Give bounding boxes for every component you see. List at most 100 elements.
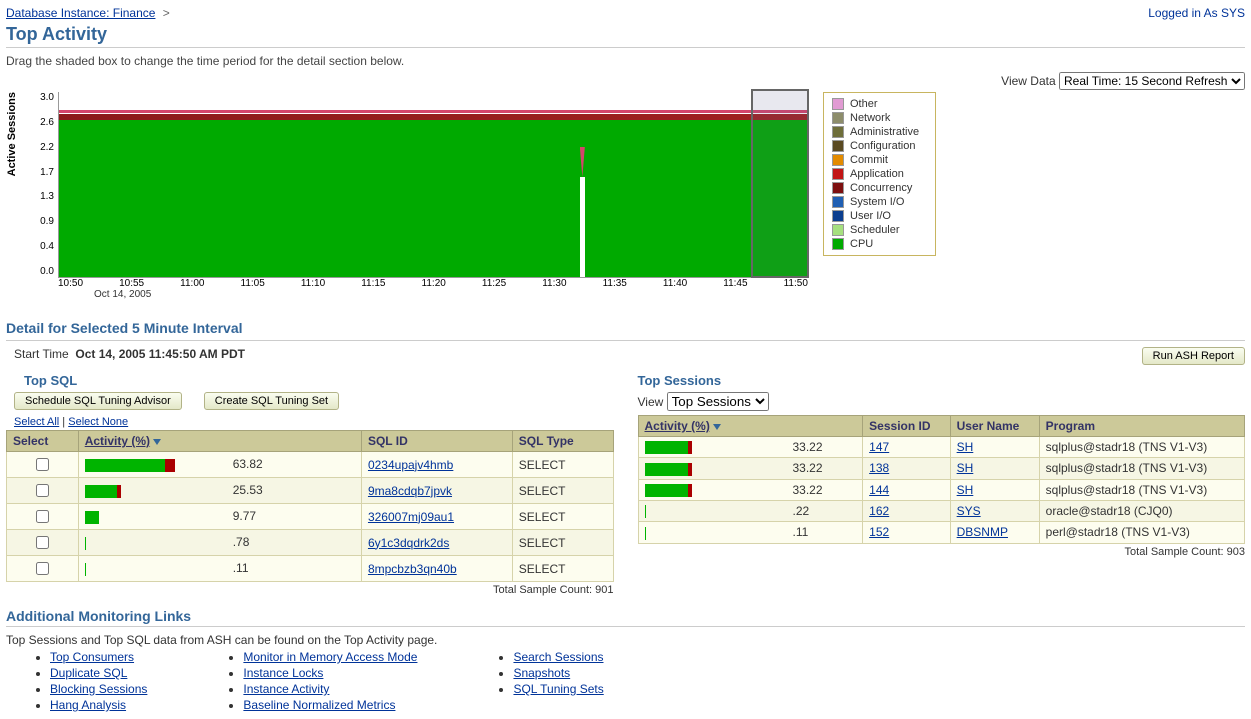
legend-item[interactable]: Commit xyxy=(832,153,927,167)
monitoring-link[interactable]: Duplicate SQL xyxy=(50,666,127,680)
x-ticks: 10:5010:5511:0011:0511:1011:1511:2011:25… xyxy=(58,278,808,289)
row-checkbox[interactable] xyxy=(36,562,49,575)
monitoring-link[interactable]: Hang Analysis xyxy=(50,698,126,712)
session-id-link[interactable]: 152 xyxy=(869,525,889,539)
legend-label: Scheduler xyxy=(850,224,900,236)
x-sub-label: Oct 14, 2005 xyxy=(58,289,809,300)
program-name: oracle@stadr18 (CJQ0) xyxy=(1039,500,1244,521)
legend-label: Other xyxy=(850,98,878,110)
monitoring-link[interactable]: Blocking Sessions xyxy=(50,682,147,696)
list-item: Instance Activity xyxy=(243,681,417,697)
sql-id-link[interactable]: 0234upajv4hmb xyxy=(368,458,453,472)
monitoring-link[interactable]: Instance Activity xyxy=(243,682,329,696)
page-title: Top Activity xyxy=(6,24,1245,45)
col-sqlid[interactable]: SQL ID xyxy=(361,431,512,452)
col-sqltype[interactable]: SQL Type xyxy=(512,431,613,452)
activity-value: .11 xyxy=(793,525,809,539)
monitoring-link[interactable]: Instance Locks xyxy=(243,666,323,680)
schedule-sql-tuning-advisor-button[interactable]: Schedule SQL Tuning Advisor xyxy=(14,392,182,410)
legend-label: Application xyxy=(850,168,904,180)
list-item: Blocking Sessions xyxy=(50,681,147,697)
sql-id-link[interactable]: 9ma8cdqb7jpvk xyxy=(368,484,452,498)
legend-item[interactable]: User I/O xyxy=(832,209,927,223)
view-data-select[interactable]: Real Time: 15 Second Refresh xyxy=(1059,72,1245,90)
activity-value: .11 xyxy=(233,561,249,575)
user-name-link[interactable]: SYS xyxy=(957,504,981,518)
start-time-value: Oct 14, 2005 11:45:50 AM PDT xyxy=(75,347,245,361)
table-row: 25.539ma8cdqb7jpvkSELECT xyxy=(7,478,614,504)
program-name: sqlplus@stadr18 (TNS V1-V3) xyxy=(1039,437,1244,458)
row-checkbox[interactable] xyxy=(36,510,49,523)
session-id-link[interactable]: 147 xyxy=(869,440,889,454)
user-name-link[interactable]: SH xyxy=(957,461,974,475)
sql-id-link[interactable]: 6y1c3dqdrk2ds xyxy=(368,536,449,550)
activity-bar xyxy=(645,505,785,518)
activity-bar xyxy=(645,441,785,454)
session-id-link[interactable]: 138 xyxy=(869,461,889,475)
legend-label: Network xyxy=(850,112,890,124)
user-name-link[interactable]: SH xyxy=(957,440,974,454)
monitoring-link[interactable]: Top Consumers xyxy=(50,650,134,664)
session-id-link[interactable]: 162 xyxy=(869,504,889,518)
list-item: Top Consumers xyxy=(50,649,147,665)
activity-bar xyxy=(85,485,225,498)
legend-swatch xyxy=(832,154,844,166)
col-session-id[interactable]: Session ID xyxy=(863,416,950,437)
table-row: 33.22138SHsqlplus@stadr18 (TNS V1-V3) xyxy=(638,458,1245,479)
legend-swatch xyxy=(832,238,844,250)
legend-label: Commit xyxy=(850,154,888,166)
legend-item[interactable]: Configuration xyxy=(832,139,927,153)
run-ash-report-button[interactable]: Run ASH Report xyxy=(1142,347,1245,365)
list-item: Baseline Normalized Metrics xyxy=(243,697,417,713)
legend-item[interactable]: Scheduler xyxy=(832,223,927,237)
monitoring-link[interactable]: SQL Tuning Sets xyxy=(513,682,603,696)
col-program[interactable]: Program xyxy=(1039,416,1244,437)
breadcrumb-link[interactable]: Database Instance: Finance xyxy=(6,6,155,20)
session-id-link[interactable]: 144 xyxy=(869,483,889,497)
active-sessions-chart[interactable]: Active Sessions 3.02.62.21.71.30.90.40.0… xyxy=(6,92,1245,300)
col-user-name[interactable]: User Name xyxy=(950,416,1039,437)
chart-other-line xyxy=(59,110,809,113)
monitoring-link[interactable]: Monitor in Memory Access Mode xyxy=(243,650,417,664)
select-none-link[interactable]: Select None xyxy=(68,416,128,428)
top-sql-table: Select Activity (%) SQL ID SQL Type 63.8… xyxy=(6,430,614,582)
legend-item[interactable]: Other xyxy=(832,97,927,111)
breadcrumb-sep: > xyxy=(159,6,174,20)
legend-item[interactable]: System I/O xyxy=(832,195,927,209)
top-sessions-table: Activity (%) Session ID User Name Progra… xyxy=(638,415,1246,544)
col-activity[interactable]: Activity (%) xyxy=(638,416,863,437)
legend-item[interactable]: Administrative xyxy=(832,125,927,139)
legend-label: Configuration xyxy=(850,140,915,152)
activity-bar xyxy=(645,527,785,540)
sort-desc-icon xyxy=(713,424,721,430)
legend-item[interactable]: CPU xyxy=(832,237,927,251)
row-checkbox[interactable] xyxy=(36,536,49,549)
legend-label: User I/O xyxy=(850,210,891,222)
legend-label: System I/O xyxy=(850,196,904,208)
row-checkbox[interactable] xyxy=(36,484,49,497)
table-row: .118mpcbzb3qn40bSELECT xyxy=(7,556,614,582)
top-sessions-view-select[interactable]: Top Sessions xyxy=(667,392,769,411)
chart-shaded-box[interactable] xyxy=(751,89,809,278)
monitoring-link[interactable]: Baseline Normalized Metrics xyxy=(243,698,395,712)
legend-swatch xyxy=(832,224,844,236)
create-sql-tuning-set-button[interactable]: Create SQL Tuning Set xyxy=(204,392,339,410)
sql-id-link[interactable]: 326007mj09au1 xyxy=(368,510,454,524)
table-row: 9.77326007mj09au1SELECT xyxy=(7,504,614,530)
user-name-link[interactable]: DBSNMP xyxy=(957,525,1008,539)
monitoring-link[interactable]: Search Sessions xyxy=(513,650,603,664)
select-all-link[interactable]: Select All xyxy=(14,416,59,428)
chart-plot[interactable] xyxy=(58,92,809,278)
user-name-link[interactable]: SH xyxy=(957,483,974,497)
row-checkbox[interactable] xyxy=(36,458,49,471)
legend-label: Administrative xyxy=(850,126,919,138)
list-item: Hang Analysis xyxy=(50,697,147,713)
legend-item[interactable]: Concurrency xyxy=(832,181,927,195)
col-activity[interactable]: Activity (%) xyxy=(78,431,361,452)
sql-id-link[interactable]: 8mpcbzb3qn40b xyxy=(368,562,457,576)
legend-item[interactable]: Network xyxy=(832,111,927,125)
legend-label: CPU xyxy=(850,238,873,250)
legend-item[interactable]: Application xyxy=(832,167,927,181)
monitoring-link[interactable]: Snapshots xyxy=(513,666,570,680)
table-row: 63.820234upajv4hmbSELECT xyxy=(7,452,614,478)
